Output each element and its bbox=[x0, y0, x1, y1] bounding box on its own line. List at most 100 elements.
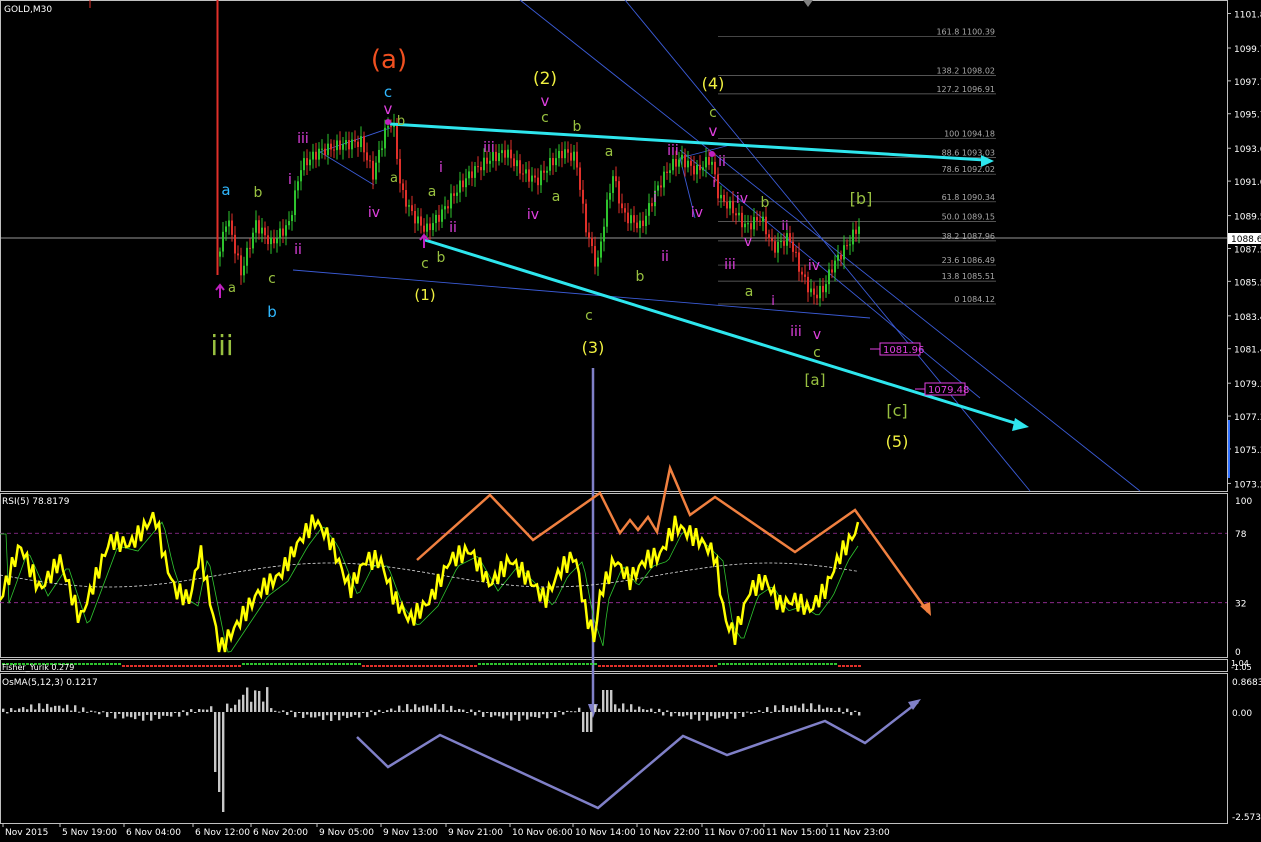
fisher-bar bbox=[466, 665, 469, 667]
osma-bar bbox=[230, 708, 233, 712]
osma-bar bbox=[406, 704, 409, 712]
fisher-bar bbox=[478, 663, 481, 665]
osma-bar bbox=[190, 709, 193, 712]
candle-body bbox=[411, 205, 413, 212]
candle-body bbox=[366, 152, 368, 161]
osma-bar bbox=[826, 707, 829, 712]
wave-label: iii bbox=[483, 140, 495, 156]
fisher-bar bbox=[126, 665, 129, 667]
candle-body bbox=[738, 212, 740, 216]
fisher-bar bbox=[194, 665, 197, 667]
osma-bar bbox=[642, 709, 645, 712]
candle-body bbox=[408, 205, 410, 207]
time-tick-label: 10 Nov 22:00 bbox=[639, 828, 700, 838]
candle-body bbox=[816, 294, 818, 299]
candle-body bbox=[486, 157, 488, 164]
osma-bar bbox=[202, 709, 205, 712]
fisher-bar bbox=[626, 665, 629, 667]
wave-label: a bbox=[228, 281, 236, 296]
wave-label: a bbox=[605, 144, 614, 160]
fib-label: 0 1084.12 bbox=[954, 295, 995, 304]
fisher-bar bbox=[202, 665, 205, 667]
fisher-bar bbox=[594, 663, 597, 665]
osma-bar bbox=[322, 712, 325, 720]
osma-bar bbox=[858, 712, 861, 716]
osma-bar bbox=[770, 711, 773, 713]
fisher-bar bbox=[270, 663, 273, 665]
fisher-bar bbox=[386, 665, 389, 667]
fisher-bar bbox=[690, 665, 693, 667]
candle-body bbox=[267, 235, 269, 245]
candle-body bbox=[579, 167, 581, 190]
candle-body bbox=[723, 194, 725, 202]
osma-bar bbox=[790, 706, 793, 712]
fisher-bar bbox=[810, 663, 813, 665]
wave-label: iv bbox=[691, 205, 703, 221]
chart-canvas[interactable]: 1101.8 1099.7 1097.7 1095.7 1093.6 1091.6 1089… bbox=[0, 0, 1261, 842]
fisher-bar bbox=[146, 665, 149, 667]
candle-body bbox=[522, 173, 524, 175]
candle-body bbox=[684, 154, 686, 168]
osma-bar bbox=[178, 712, 181, 717]
osma-tick-label: 0.00 bbox=[1232, 709, 1252, 719]
candle-body bbox=[471, 171, 473, 178]
candle-body bbox=[528, 169, 530, 182]
fisher-bar bbox=[782, 663, 785, 665]
candle-body bbox=[753, 217, 755, 230]
osma-bar bbox=[362, 712, 365, 713]
fisher-bar bbox=[122, 665, 125, 667]
candle-body bbox=[252, 232, 254, 249]
candle-body bbox=[420, 216, 422, 226]
fisher-bar bbox=[238, 665, 241, 667]
candle-body bbox=[765, 216, 767, 235]
wave-label: c bbox=[421, 256, 429, 272]
fib-label: 100 1094.18 bbox=[944, 130, 995, 139]
fisher-bar bbox=[430, 665, 433, 667]
candle-body bbox=[813, 288, 815, 295]
candle-body bbox=[852, 229, 854, 245]
candle-body bbox=[552, 158, 554, 166]
osma-bar bbox=[238, 699, 241, 712]
osma-bar bbox=[630, 704, 633, 712]
candle-body bbox=[315, 151, 317, 160]
osma-bar bbox=[478, 710, 481, 712]
osma-bar bbox=[62, 708, 65, 712]
candle-body bbox=[735, 213, 737, 216]
osma-bar bbox=[510, 712, 513, 721]
candle-body bbox=[858, 226, 860, 234]
candle-body bbox=[300, 170, 302, 182]
osma-bar bbox=[434, 703, 437, 712]
fib-label: 161.8 1100.39 bbox=[936, 28, 995, 37]
osma-bar bbox=[10, 708, 13, 712]
panel-frame-osma bbox=[0, 673, 1228, 824]
osma-bar bbox=[250, 701, 253, 712]
candle-body bbox=[480, 167, 482, 171]
time-tick-label: 6 Nov 12:00 bbox=[195, 828, 250, 838]
osma-bar bbox=[658, 708, 661, 712]
fib-label: 88.6 1093.03 bbox=[942, 149, 995, 158]
osma-bar bbox=[558, 710, 561, 712]
fisher-bar bbox=[554, 663, 557, 665]
price-tick-label: 1091.6 bbox=[1234, 178, 1261, 188]
osma-bar bbox=[290, 710, 293, 712]
osma-bar bbox=[506, 712, 509, 716]
wave-label: b bbox=[267, 303, 277, 321]
fisher-bar bbox=[78, 663, 81, 665]
osma-bar bbox=[298, 712, 301, 713]
wave-label: c bbox=[384, 83, 392, 101]
wave-label: [b] bbox=[850, 189, 873, 208]
osma-bar bbox=[810, 703, 813, 712]
candle-body bbox=[414, 211, 416, 224]
candle-body bbox=[837, 254, 839, 261]
osma-bar bbox=[566, 710, 569, 712]
osma-bar bbox=[686, 712, 689, 716]
osma-bar bbox=[818, 704, 821, 712]
osma-bar bbox=[122, 712, 125, 719]
osma-bar bbox=[722, 712, 725, 717]
candle-body bbox=[429, 223, 431, 231]
fisher-bar bbox=[274, 663, 277, 665]
wave-label: i bbox=[288, 172, 292, 188]
osma-bar bbox=[582, 712, 585, 732]
osma-bar bbox=[170, 712, 173, 717]
candle-body bbox=[696, 164, 698, 175]
